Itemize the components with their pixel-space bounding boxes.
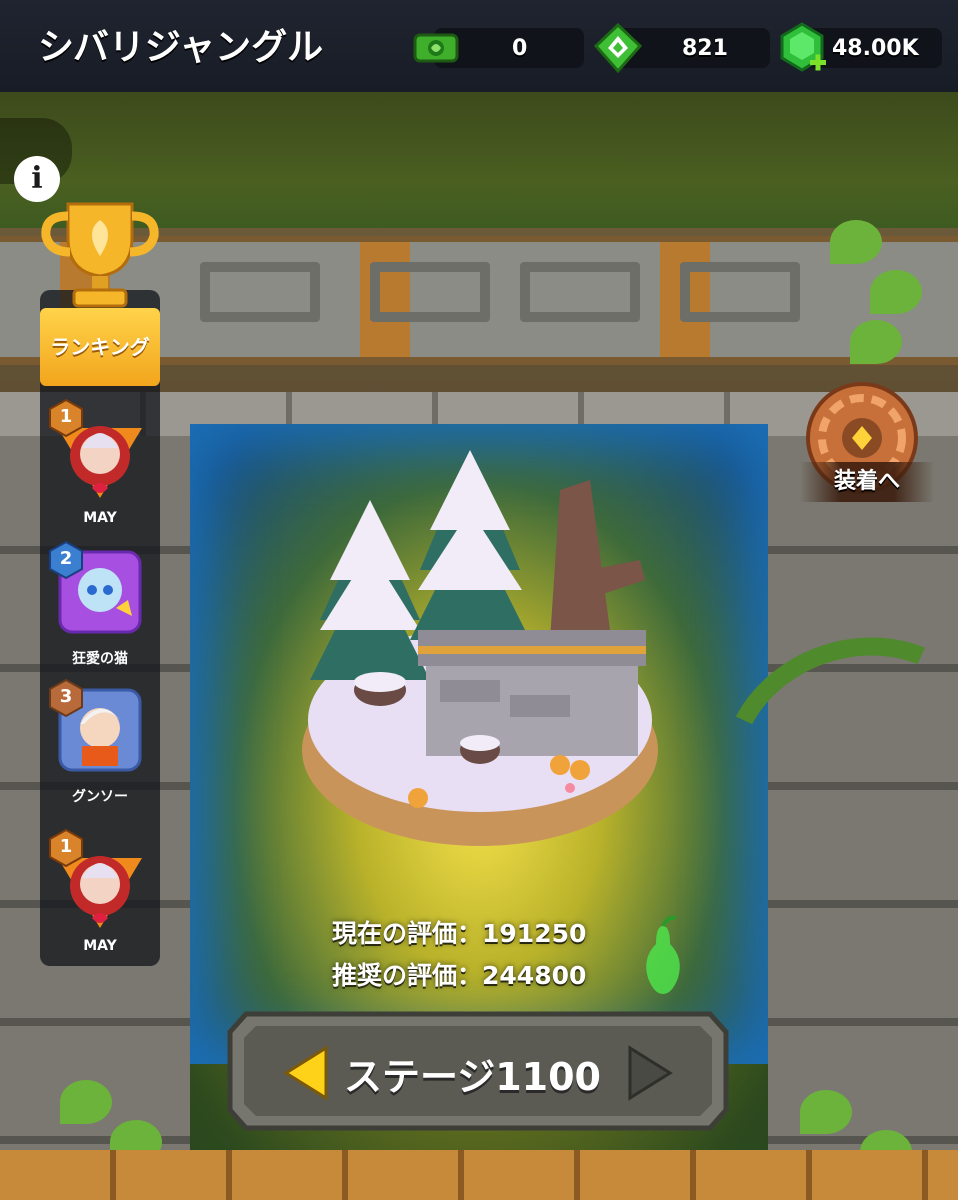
snowy-stage-island[interactable] <box>290 420 670 860</box>
frieze-glyph <box>200 262 320 322</box>
leaf <box>850 320 902 364</box>
recommended-rating: 推奨の評価：244800 <box>332 956 586 992</box>
info-button-tab: i <box>0 118 72 202</box>
frieze-glyph <box>520 262 640 322</box>
gem-count: 821 <box>682 36 728 61</box>
previous-stage-arrow-icon[interactable] <box>280 1044 332 1102</box>
leaf <box>800 1090 852 1134</box>
leaf <box>830 220 882 264</box>
emerald-add-icon[interactable] <box>774 20 830 76</box>
leaf <box>870 270 922 314</box>
leaf <box>60 1080 112 1124</box>
recommended-rating-label: 推奨の評価： <box>332 961 483 990</box>
next-stage-arrow-icon[interactable] <box>624 1044 676 1102</box>
player-name: MAY <box>83 510 117 526</box>
current-rating-value: 191250 <box>482 919 587 948</box>
pine-tree-center <box>410 450 530 640</box>
current-rating-label: 現在の評価： <box>332 919 483 948</box>
player-name: MAY <box>83 938 117 954</box>
player-name: グンソー <box>72 789 128 805</box>
equip-button-label[interactable]: 装着へ <box>800 462 934 502</box>
emerald-count: 48.00K <box>832 36 919 61</box>
stage-number-label: ステージ1100 <box>344 1055 602 1099</box>
trophy-icon <box>41 202 159 308</box>
green-pear-icon <box>646 915 680 994</box>
info-icon[interactable]: i <box>14 156 60 202</box>
green-gem-icon <box>593 22 643 74</box>
player-name: 狂愛の猫 <box>72 651 128 667</box>
recommended-rating-value: 244800 <box>482 961 587 990</box>
rank-number: 2 <box>59 548 73 569</box>
green-ticket-icon <box>413 33 459 63</box>
top-bar: シバリジャングル 0 821 48.00K <box>0 0 958 94</box>
rank-number: 1 <box>59 836 73 857</box>
ranking-entry[interactable]: 3 グンソー <box>40 676 160 806</box>
ranking-entry[interactable]: 2 狂愛の猫 <box>40 538 160 668</box>
rank-number: 3 <box>59 686 73 707</box>
frieze-glyph <box>680 262 800 322</box>
frieze-glyph <box>370 262 490 322</box>
current-rating: 現在の評価：191250 <box>332 914 586 950</box>
ticket-count: 0 <box>512 36 528 61</box>
stage-area-title: シバリジャングル <box>38 27 324 68</box>
my-ranking-entry[interactable]: 1 MAY <box>40 822 160 962</box>
rank-number: 1 <box>59 406 73 427</box>
pine-tree-left <box>310 500 430 680</box>
ranking-button[interactable]: ランキング <box>40 308 160 386</box>
temple-floor <box>0 1150 958 1200</box>
ranking-entry[interactable]: 1 MAY <box>40 392 160 532</box>
